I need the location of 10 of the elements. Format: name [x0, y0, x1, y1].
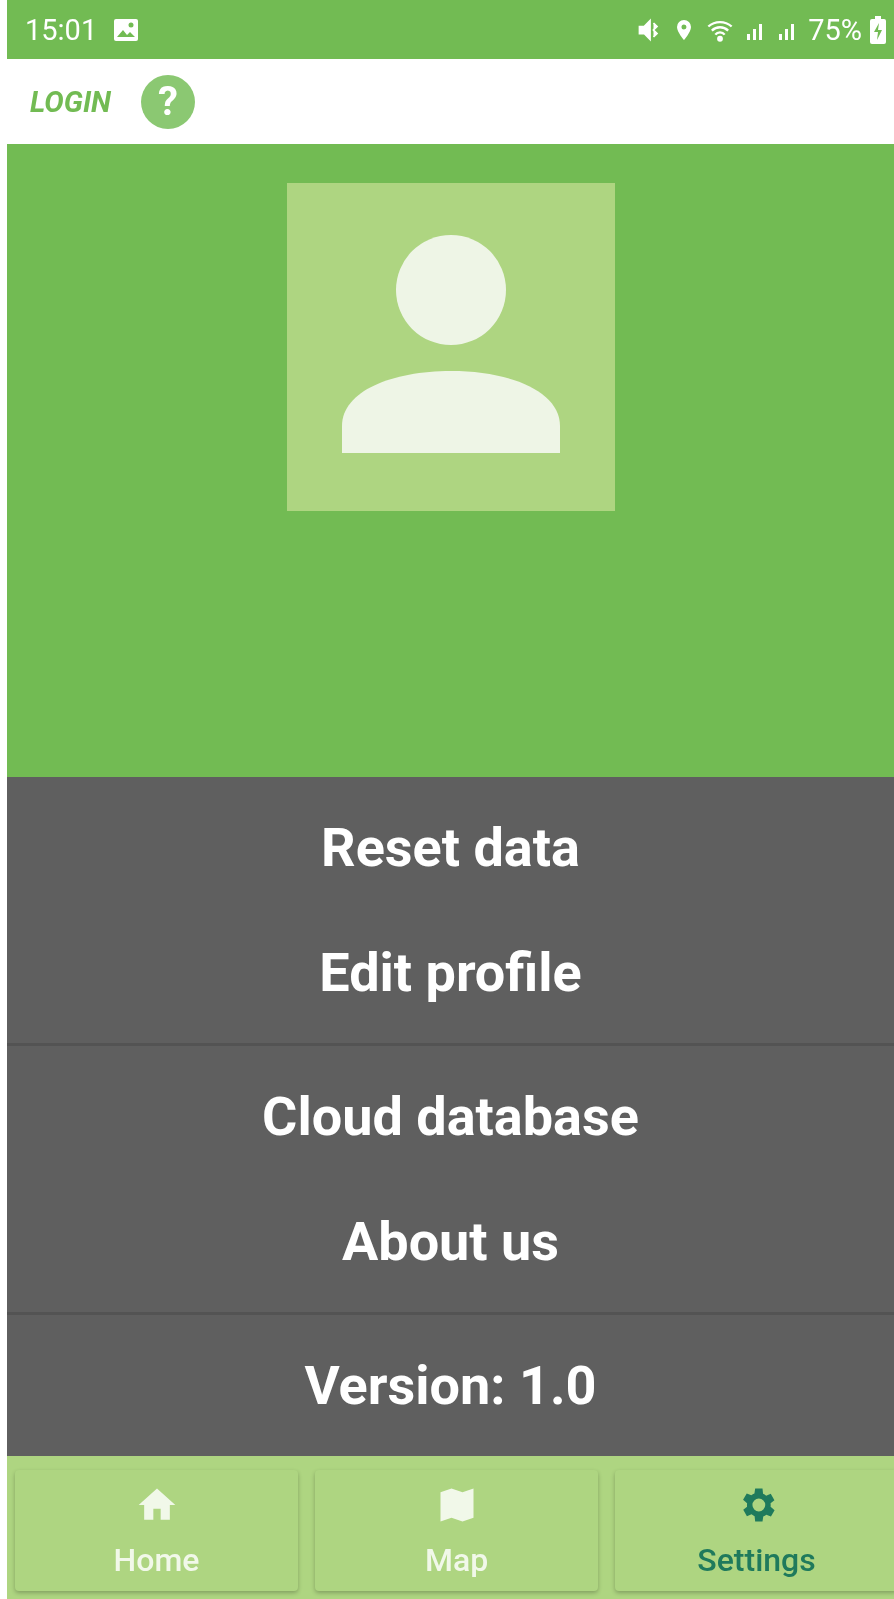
- status-time: 15:01: [25, 12, 98, 47]
- menu-item[interactable]: Version: 1.0: [7, 1323, 894, 1449]
- avatar-icon: [286, 183, 615, 511]
- menu-item[interactable]: About us: [7, 1179, 894, 1305]
- battery-icon: [870, 15, 886, 44]
- menu-item[interactable]: Cloud database: [7, 1054, 894, 1180]
- image-icon: [113, 17, 140, 42]
- menu-item[interactable]: Reset data: [7, 785, 894, 911]
- menu-item[interactable]: Edit profile: [7, 910, 894, 1036]
- battery-percent: 75%: [808, 12, 862, 47]
